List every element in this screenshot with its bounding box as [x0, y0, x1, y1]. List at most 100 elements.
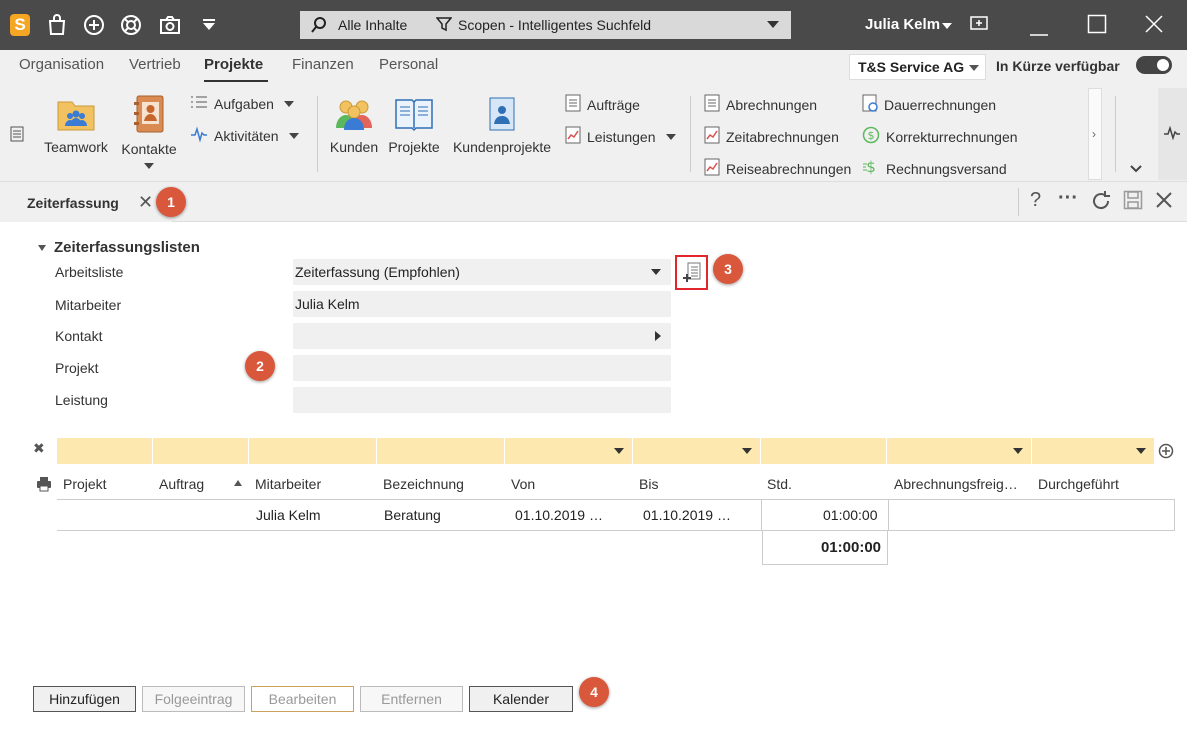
filter-std[interactable] [761, 438, 887, 464]
help-icon[interactable]: ? [1030, 189, 1041, 212]
filter-bezeichnung[interactable] [377, 438, 505, 464]
cell-bezeichnung: Beratung [384, 507, 441, 523]
tab-organisation[interactable]: Organisation [19, 56, 104, 73]
chevron-down-icon [742, 448, 752, 454]
filter-abrechnungsfreigabe[interactable] [887, 438, 1032, 464]
filter-bis[interactable] [633, 438, 761, 464]
teamwork-button[interactable]: Teamwork [40, 96, 112, 155]
user-name[interactable]: Julia Kelm [865, 16, 940, 33]
column-header-mitarbeiter[interactable]: Mitarbeiter [255, 476, 321, 492]
add-worklist-button[interactable] [675, 255, 708, 290]
tab-personal[interactable]: Personal [379, 56, 438, 73]
projekte-label: Projekte [388, 139, 440, 155]
help-lifebuoy-icon[interactable] [118, 12, 144, 38]
teamwork-label: Teamwork [44, 139, 108, 155]
chevron-down-icon [665, 133, 676, 140]
refresh-icon[interactable] [1090, 190, 1112, 218]
availability-toggle[interactable] [1136, 56, 1172, 74]
leistungen-label: Leistungen [587, 128, 656, 145]
more-options-icon[interactable]: ··· [1058, 187, 1078, 210]
folgeeintrag-button[interactable]: Folgeeintrag [142, 686, 245, 712]
shopping-bag-icon[interactable] [44, 12, 70, 38]
ribbon-divider [317, 96, 318, 172]
kontakt-field[interactable] [293, 323, 671, 349]
filter-von[interactable] [505, 438, 633, 464]
print-icon[interactable] [36, 476, 52, 495]
projekt-field[interactable] [293, 355, 671, 381]
leistung-field[interactable] [293, 387, 671, 413]
activity-pulse-icon [190, 126, 208, 145]
rechnungsversand-button[interactable]: $ Rechnungsversand [862, 158, 1007, 179]
reiseabrechnungen-button[interactable]: Reiseabrechnungen [704, 158, 851, 179]
filter-durchgefuehrt[interactable] [1032, 438, 1155, 464]
search-scope-label[interactable]: Alle Inhalte [338, 17, 407, 33]
dollar-circle-icon: $ [862, 126, 880, 147]
column-header-auftrag[interactable]: Auftrag [159, 476, 204, 492]
column-header-std[interactable]: Std. [767, 476, 792, 492]
entfernen-button[interactable]: Entfernen [360, 686, 463, 712]
close-tab-icon[interactable]: ✕ [138, 192, 153, 213]
smart-search-field[interactable]: Alle Inhalte Scopen - Intelligentes Such… [300, 11, 791, 39]
aktivitaeten-button[interactable]: Aktivitäten [190, 126, 299, 145]
column-header-projekt[interactable]: Projekt [63, 476, 107, 492]
kunden-label: Kunden [329, 139, 379, 155]
tab-projekte[interactable]: Projekte [204, 56, 263, 73]
close-document-icon[interactable] [1155, 191, 1173, 215]
add-column-icon[interactable] [1158, 443, 1174, 462]
close-window-icon[interactable] [1144, 14, 1164, 37]
quick-menu-dropdown-icon[interactable] [196, 12, 222, 38]
filter-mitarbeiter[interactable] [249, 438, 377, 464]
column-header-von[interactable]: Von [511, 476, 535, 492]
user-menu-chevron-icon[interactable] [942, 23, 952, 29]
hinzufuegen-button[interactable]: Hinzufügen [33, 686, 136, 712]
filter-icon[interactable] [435, 16, 453, 35]
ribbon-list-icon[interactable] [10, 126, 24, 145]
kontakte-button[interactable]: Kontakte [119, 94, 179, 169]
projekte-button[interactable]: Projekte [386, 96, 442, 155]
kunden-button[interactable]: Kunden [328, 96, 380, 155]
mitarbeiter-field[interactable]: Julia Kelm [293, 291, 671, 317]
sort-ascending-icon [234, 480, 242, 486]
column-header-durchgefuehrt[interactable]: Durchgeführt [1038, 476, 1119, 492]
clear-filter-icon[interactable]: ✖ [33, 440, 45, 457]
chevron-down-icon[interactable] [144, 163, 154, 169]
filter-auftrag[interactable] [153, 438, 249, 464]
restore-panel-icon[interactable] [969, 14, 989, 35]
company-selector[interactable]: T&S Service AG [849, 54, 986, 80]
minimize-icon[interactable] [1030, 24, 1048, 40]
ribbon-scroll-right[interactable]: › [1088, 88, 1102, 180]
aufgaben-label: Aufgaben [214, 95, 274, 112]
column-header-abrechnungsfreigabe[interactable]: Abrechnungsfreig… [894, 476, 1018, 492]
scopen-logo-icon[interactable]: S [10, 14, 30, 36]
save-icon[interactable] [1123, 190, 1143, 216]
filter-projekt[interactable] [57, 438, 153, 464]
task-list-icon [190, 94, 208, 113]
auftraege-button[interactable]: Aufträge [565, 94, 640, 115]
kalender-button[interactable]: Kalender [469, 686, 573, 712]
aufgaben-button[interactable]: Aufgaben [190, 94, 294, 113]
column-header-bis[interactable]: Bis [639, 476, 658, 492]
side-panel-toggle[interactable] [1158, 88, 1187, 180]
arbeitsliste-select[interactable]: Zeiterfassung (Empfohlen) [293, 259, 671, 285]
tab-zeiterfassung[interactable]: Zeiterfassung ✕ [0, 182, 172, 222]
camera-icon[interactable] [157, 12, 183, 38]
expand-arrow-icon[interactable] [655, 331, 661, 341]
dauerrechnungen-button[interactable]: Dauerrechnungen [862, 94, 996, 115]
abrechnungen-button[interactable]: Abrechnungen [704, 94, 817, 115]
bearbeiten-button[interactable]: Bearbeiten [251, 686, 354, 712]
ribbon-collapse-chevron-icon[interactable] [1130, 160, 1142, 176]
chevron-down-icon[interactable] [767, 21, 779, 28]
callout-badge-4: 4 [579, 677, 609, 707]
leistungen-button[interactable]: Leistungen [565, 126, 676, 147]
add-circle-icon[interactable] [81, 12, 107, 38]
cell-border [1174, 499, 1175, 531]
maximize-icon[interactable] [1087, 14, 1107, 37]
korrekturrechnungen-button[interactable]: $ Korrekturrechnungen [862, 126, 1018, 147]
tab-finanzen[interactable]: Finanzen [292, 56, 354, 73]
tab-vertrieb[interactable]: Vertrieb [129, 56, 181, 73]
column-header-bezeichnung[interactable]: Bezeichnung [383, 476, 464, 492]
zeitabrechnungen-button[interactable]: Zeitabrechnungen [704, 126, 839, 147]
kundenprojekte-button[interactable]: Kundenprojekte [450, 96, 554, 155]
section-zeiterfassungslisten[interactable]: Zeiterfassungslisten [38, 239, 200, 256]
mitarbeiter-value: Julia Kelm [295, 296, 360, 312]
